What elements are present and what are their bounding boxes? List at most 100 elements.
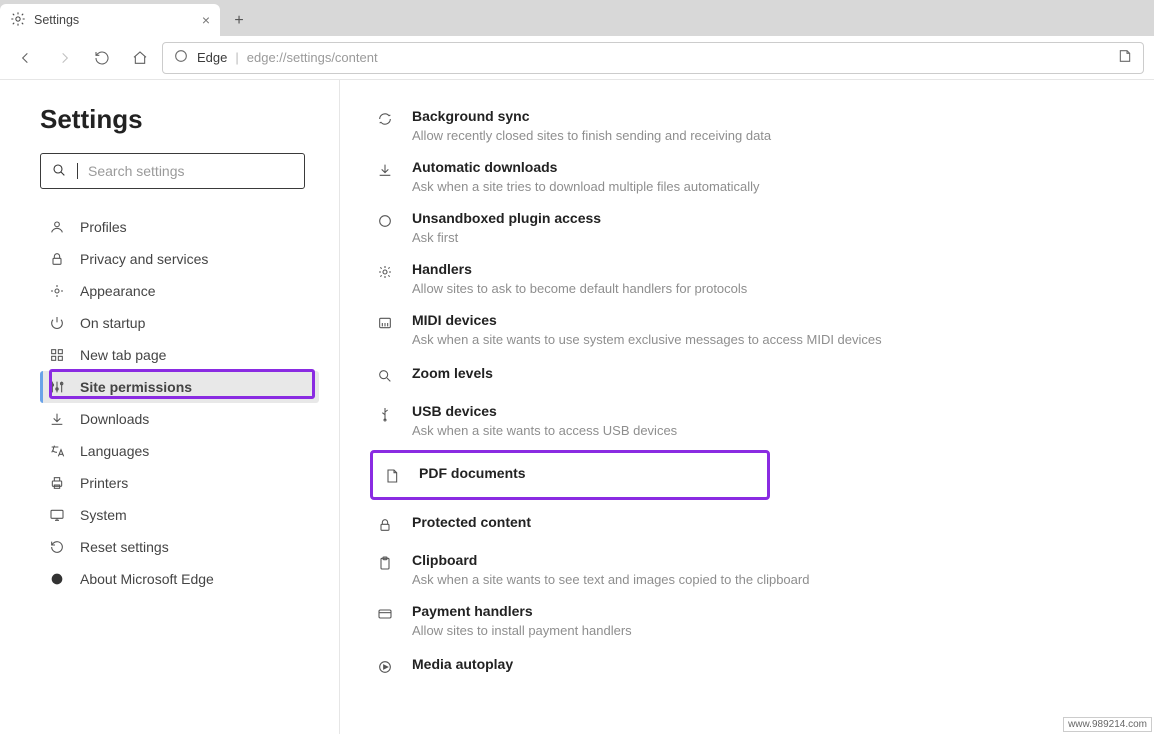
perm-title: Media autoplay	[412, 656, 1118, 672]
settings-sidebar: Settings Profiles Privacy and services A…	[0, 80, 340, 734]
highlight-pdf: PDF documents	[370, 450, 770, 500]
new-tab-button[interactable]: +	[224, 6, 254, 36]
perm-title: Protected content	[412, 514, 1118, 530]
home-button[interactable]	[124, 42, 156, 74]
perm-title: MIDI devices	[412, 312, 1118, 328]
nav-label: Reset settings	[80, 539, 169, 555]
nav-startup[interactable]: On startup	[40, 307, 319, 339]
pdf-icon	[383, 467, 401, 485]
perm-zoom[interactable]: Zoom levels	[370, 355, 1124, 395]
nav-privacy[interactable]: Privacy and services	[40, 243, 319, 275]
person-icon	[48, 219, 66, 235]
browser-toolbar: Edge | edge://settings/content	[0, 36, 1154, 80]
perm-title: USB devices	[412, 403, 1118, 419]
payment-icon	[376, 605, 394, 623]
nav-label: System	[80, 507, 127, 523]
nav-site-permissions[interactable]: Site permissions	[40, 371, 319, 403]
perm-title: Zoom levels	[412, 365, 1118, 381]
settings-content: Background sync Allow recently closed si…	[340, 80, 1154, 734]
printer-icon	[48, 475, 66, 491]
nav-label: About Microsoft Edge	[80, 571, 214, 587]
back-button[interactable]	[10, 42, 42, 74]
perm-automatic-downloads[interactable]: Automatic downloads Ask when a site trie…	[370, 151, 1124, 202]
nav-label: Languages	[80, 443, 149, 459]
perm-pdf[interactable]: PDF documents	[373, 453, 767, 497]
gear-icon	[376, 263, 394, 281]
perm-desc: Allow recently closed sites to finish se…	[412, 128, 1118, 143]
reset-icon	[48, 539, 66, 555]
nav-label: On startup	[80, 315, 145, 331]
perm-background-sync[interactable]: Background sync Allow recently closed si…	[370, 100, 1124, 151]
search-settings-wrap[interactable]	[40, 153, 305, 189]
nav-label: New tab page	[80, 347, 166, 363]
perm-title: Unsandboxed plugin access	[412, 210, 1118, 226]
search-icon	[51, 162, 67, 181]
perm-title: PDF documents	[419, 465, 757, 481]
perm-unsandboxed-plugin[interactable]: Unsandboxed plugin access Ask first	[370, 202, 1124, 253]
perm-desc: Ask when a site wants to see text and im…	[412, 572, 1118, 587]
nav-about[interactable]: About Microsoft Edge	[40, 563, 319, 595]
power-icon	[48, 315, 66, 331]
nav-appearance[interactable]: Appearance	[40, 275, 319, 307]
nav-label: Profiles	[80, 219, 127, 235]
perm-title: Handlers	[412, 261, 1118, 277]
sliders-icon	[48, 379, 66, 395]
language-icon	[48, 443, 66, 459]
perm-desc: Ask when a site tries to download multip…	[412, 179, 1118, 194]
sync-icon	[376, 110, 394, 128]
plugin-icon	[376, 212, 394, 230]
perm-title: Automatic downloads	[412, 159, 1118, 175]
monitor-icon	[48, 507, 66, 523]
perm-title: Clipboard	[412, 552, 1118, 568]
perm-desc: Allow sites to ask to become default han…	[412, 281, 1118, 296]
nav-profiles[interactable]: Profiles	[40, 211, 319, 243]
nav-label: Printers	[80, 475, 128, 491]
clipboard-icon	[376, 554, 394, 572]
lock-icon	[48, 251, 66, 267]
nav-label: Downloads	[80, 411, 149, 427]
usb-icon	[376, 405, 394, 423]
address-protocol-label: Edge	[197, 50, 227, 65]
browser-tab-settings[interactable]: Settings ×	[0, 4, 220, 36]
address-url: edge://settings/content	[247, 50, 378, 65]
perm-media-autoplay[interactable]: Media autoplay	[370, 646, 1124, 686]
gear-icon	[10, 11, 26, 30]
forward-button[interactable]	[48, 42, 80, 74]
grid-icon	[48, 347, 66, 363]
perm-protected-content[interactable]: Protected content	[370, 504, 1124, 544]
nav-downloads[interactable]: Downloads	[40, 403, 319, 435]
autoplay-icon	[376, 658, 394, 676]
nav-languages[interactable]: Languages	[40, 435, 319, 467]
nav-label: Appearance	[80, 283, 156, 299]
midi-icon	[376, 314, 394, 332]
paint-icon	[48, 283, 66, 299]
perm-title: Background sync	[412, 108, 1118, 124]
tab-strip: Settings × +	[0, 0, 1154, 36]
perm-desc: Ask first	[412, 230, 1118, 245]
page-title: Settings	[40, 104, 319, 135]
perm-desc: Allow sites to install payment handlers	[412, 623, 1118, 638]
perm-title: Payment handlers	[412, 603, 1118, 619]
nav-label: Site permissions	[80, 379, 192, 395]
perm-midi[interactable]: MIDI devices Ask when a site wants to us…	[370, 304, 1124, 355]
download-icon	[48, 411, 66, 427]
nav-reset[interactable]: Reset settings	[40, 531, 319, 563]
reader-mode-icon[interactable]	[1117, 48, 1133, 67]
address-bar[interactable]: Edge | edge://settings/content	[162, 42, 1144, 74]
perm-usb[interactable]: USB devices Ask when a site wants to acc…	[370, 395, 1124, 446]
perm-payment-handlers[interactable]: Payment handlers Allow sites to install …	[370, 595, 1124, 646]
download-icon	[376, 161, 394, 179]
perm-clipboard[interactable]: Clipboard Ask when a site wants to see t…	[370, 544, 1124, 595]
perm-handlers[interactable]: Handlers Allow sites to ask to become de…	[370, 253, 1124, 304]
refresh-button[interactable]	[86, 42, 118, 74]
search-input[interactable]	[88, 163, 294, 179]
settings-nav-list: Profiles Privacy and services Appearance…	[40, 211, 319, 595]
nav-system[interactable]: System	[40, 499, 319, 531]
edge-logo-icon	[173, 48, 189, 67]
nav-newtab[interactable]: New tab page	[40, 339, 319, 371]
watermark: www.989214.com	[1063, 717, 1152, 732]
lock-icon	[376, 516, 394, 534]
perm-desc: Ask when a site wants to use system excl…	[412, 332, 1118, 347]
close-icon[interactable]: ×	[202, 12, 210, 28]
nav-printers[interactable]: Printers	[40, 467, 319, 499]
